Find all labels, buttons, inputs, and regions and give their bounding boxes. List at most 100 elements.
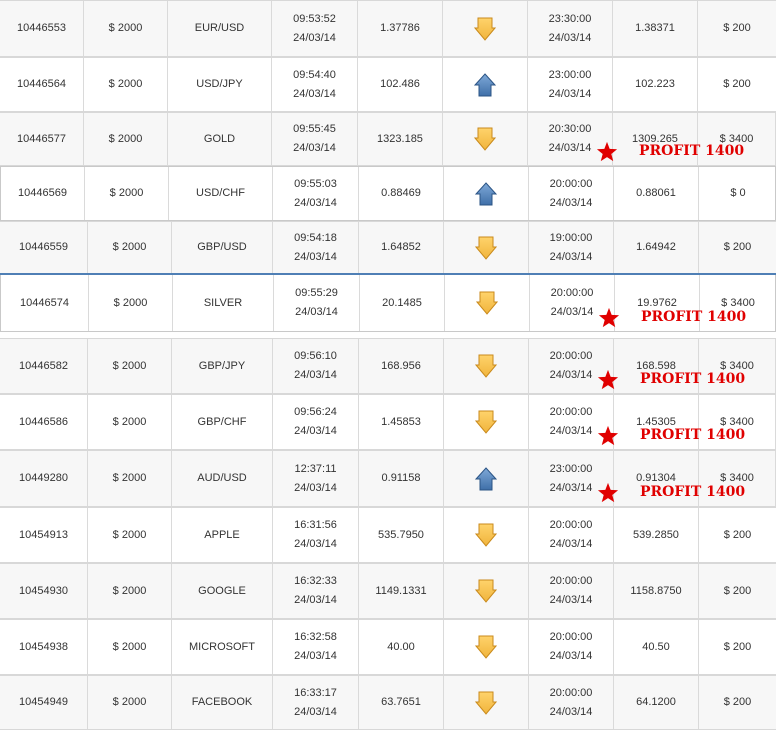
payout-payout: $ 200 — [723, 584, 752, 597]
amount-cell: $ 2000 — [88, 339, 172, 393]
table-row: 10446564 $ 2000 USD/JPY 09:54:40 24/03/14 102… — [0, 57, 776, 112]
asset-cell: GBP/USD — [172, 222, 273, 273]
table-row: 10449280 $ 2000 AUD/USD 12:37:11 24/03/14 0.9… — [0, 450, 776, 507]
up-arrow-icon — [474, 72, 496, 97]
expiry-time-expiry-time: 20:00:00 — [550, 287, 594, 299]
expiry-time-cell: 20:00:00 24/03/14 — [529, 564, 614, 618]
open-rate-open-rate: 1.45853 — [381, 415, 421, 428]
amount-amount: $ 2000 — [109, 187, 144, 199]
close-rate-cell: 64.1200 — [614, 676, 699, 729]
close-rate-close-rate: 40.50 — [642, 640, 670, 653]
open-rate-open-rate: 40.00 — [387, 640, 415, 653]
asset-cell: USD/JPY — [168, 58, 272, 111]
direction-cell — [444, 339, 529, 393]
table-row: 10446553 $ 2000 EUR/USD 09:53:52 24/03/14 1.3… — [0, 0, 776, 57]
payout-payout: $ 200 — [723, 528, 752, 541]
down-arrow-icon — [475, 354, 497, 378]
table-row: 10454930 $ 2000 GOOGLE 16:32:33 24/03/14 1149… — [0, 563, 776, 619]
asset-cell: APPLE — [172, 508, 273, 562]
expiry-time-expiry-time: 20:30:00 — [548, 123, 592, 135]
trade-id-cell: 10446553 — [0, 1, 84, 56]
direction-cell — [444, 395, 529, 449]
expiry-time-expiry-date: 24/03/14 — [548, 31, 592, 44]
open-time-cell: 16:32:58 24/03/14 — [273, 620, 359, 674]
open-rate-cell: 535.7950 — [359, 508, 444, 562]
trade-id-cell: 10454913 — [0, 508, 88, 562]
expiry-time-expiry-date: 24/03/14 — [549, 481, 593, 494]
amount-cell: $ 2000 — [88, 676, 172, 729]
expiry-time-cell: 23:30:00 24/03/14 — [528, 1, 613, 56]
expiry-time-expiry-date: 24/03/14 — [550, 306, 594, 318]
close-rate-close-rate: 539.2850 — [633, 528, 679, 541]
profit-label: PROFIT 1400 — [639, 143, 745, 159]
asset-asset: USD/JPY — [196, 78, 243, 90]
trade-id-id: 10454930 — [19, 584, 68, 597]
amount-cell: $ 2000 — [84, 58, 168, 111]
open-rate-cell: 1.64852 — [359, 222, 444, 273]
table-row: 10454938 $ 2000 MICROSOFT 16:32:58 24/03/14 4… — [0, 619, 776, 675]
close-rate-close-rate: 1.38371 — [635, 22, 675, 34]
expiry-time-expiry-date: 24/03/14 — [549, 594, 593, 606]
trade-id-id: 10449280 — [19, 472, 68, 484]
asset-cell: GBP/JPY — [172, 339, 273, 393]
asset-cell: EUR/USD — [168, 1, 272, 56]
trade-id-cell: 10446564 — [0, 58, 84, 111]
table-row: 10446559 $ 2000 GBP/USD 09:54:18 24/03/14 1.6… — [0, 221, 776, 274]
amount-cell: $ 2000 — [88, 451, 172, 506]
open-rate-open-rate: 1.64852 — [381, 241, 421, 253]
down-arrow-icon — [475, 691, 497, 715]
profit-label: PROFIT 1400 — [640, 484, 746, 500]
amount-cell: $ 2000 — [84, 113, 168, 165]
open-rate-cell: 40.00 — [359, 620, 444, 674]
open-rate-open-rate: 0.88469 — [381, 187, 421, 199]
up-arrow-icon — [475, 466, 497, 491]
open-time-cell: 09:56:10 24/03/14 — [273, 339, 359, 393]
expiry-time-cell: 19:00:00 24/03/14 — [529, 222, 614, 273]
direction-cell — [445, 275, 530, 331]
expiry-time-expiry-time: 20:00:00 — [549, 177, 593, 190]
expiry-time-expiry-time: 20:00:00 — [549, 686, 593, 699]
payout-payout: $ 200 — [723, 22, 751, 34]
payout-payout: $ 200 — [723, 696, 752, 708]
expiry-time-expiry-date: 24/03/14 — [549, 705, 593, 718]
direction-cell — [444, 222, 529, 273]
open-rate-open-rate: 1149.1331 — [375, 584, 427, 597]
trade-id-id: 10446577 — [17, 132, 66, 145]
asset-cell: AUD/USD — [172, 451, 273, 506]
star-icon — [597, 369, 619, 391]
asset-asset: GBP/CHF — [197, 415, 247, 428]
open-rate-cell: 168.956 — [359, 339, 444, 393]
amount-cell: $ 2000 — [88, 222, 172, 273]
trade-id-id: 10454949 — [19, 696, 68, 708]
open-time-cell: 09:54:40 24/03/14 — [272, 58, 358, 111]
expiry-time-expiry-time: 19:00:00 — [549, 231, 593, 244]
trade-id-id: 10454913 — [19, 528, 68, 541]
trade-id-id: 10446559 — [19, 241, 68, 253]
expiry-time-cell: 20:00:00 24/03/14 — [529, 620, 614, 674]
open-rate-open-rate: 63.7651 — [381, 696, 421, 708]
down-arrow-icon — [474, 17, 496, 41]
amount-amount: $ 2000 — [112, 415, 147, 428]
amount-cell: $ 2000 — [88, 564, 172, 618]
asset-asset: SILVER — [203, 296, 243, 309]
close-rate-cell: 102.223 — [613, 58, 698, 111]
open-time-open-date: 24/03/14 — [293, 87, 336, 100]
star-icon — [597, 425, 619, 447]
open-time-open-time: 09:55:03 — [294, 177, 337, 190]
expiry-time-expiry-date: 24/03/14 — [549, 650, 593, 662]
open-time-cell: 16:33:17 24/03/14 — [273, 676, 359, 729]
trade-id-id: 10446569 — [18, 187, 67, 199]
star-icon — [597, 482, 619, 504]
trade-id-cell: 10446586 — [0, 395, 88, 449]
open-time-cell: 12:37:11 24/03/14 — [273, 451, 359, 506]
table-row: 10446586 $ 2000 GBP/CHF 09:56:24 24/03/14 1.4… — [0, 394, 776, 450]
payout-cell: $ 200 — [699, 508, 776, 562]
expiry-time-expiry-time: 23:00:00 — [549, 462, 593, 475]
asset-asset: GOLD — [203, 132, 236, 145]
open-time-open-date: 24/03/14 — [294, 538, 337, 550]
down-arrow-icon — [475, 635, 497, 659]
direction-cell — [444, 508, 529, 562]
open-time-open-time: 16:31:56 — [294, 519, 337, 531]
payout-cell: $ 200 — [699, 620, 776, 674]
asset-asset: GOOGLE — [198, 584, 246, 597]
